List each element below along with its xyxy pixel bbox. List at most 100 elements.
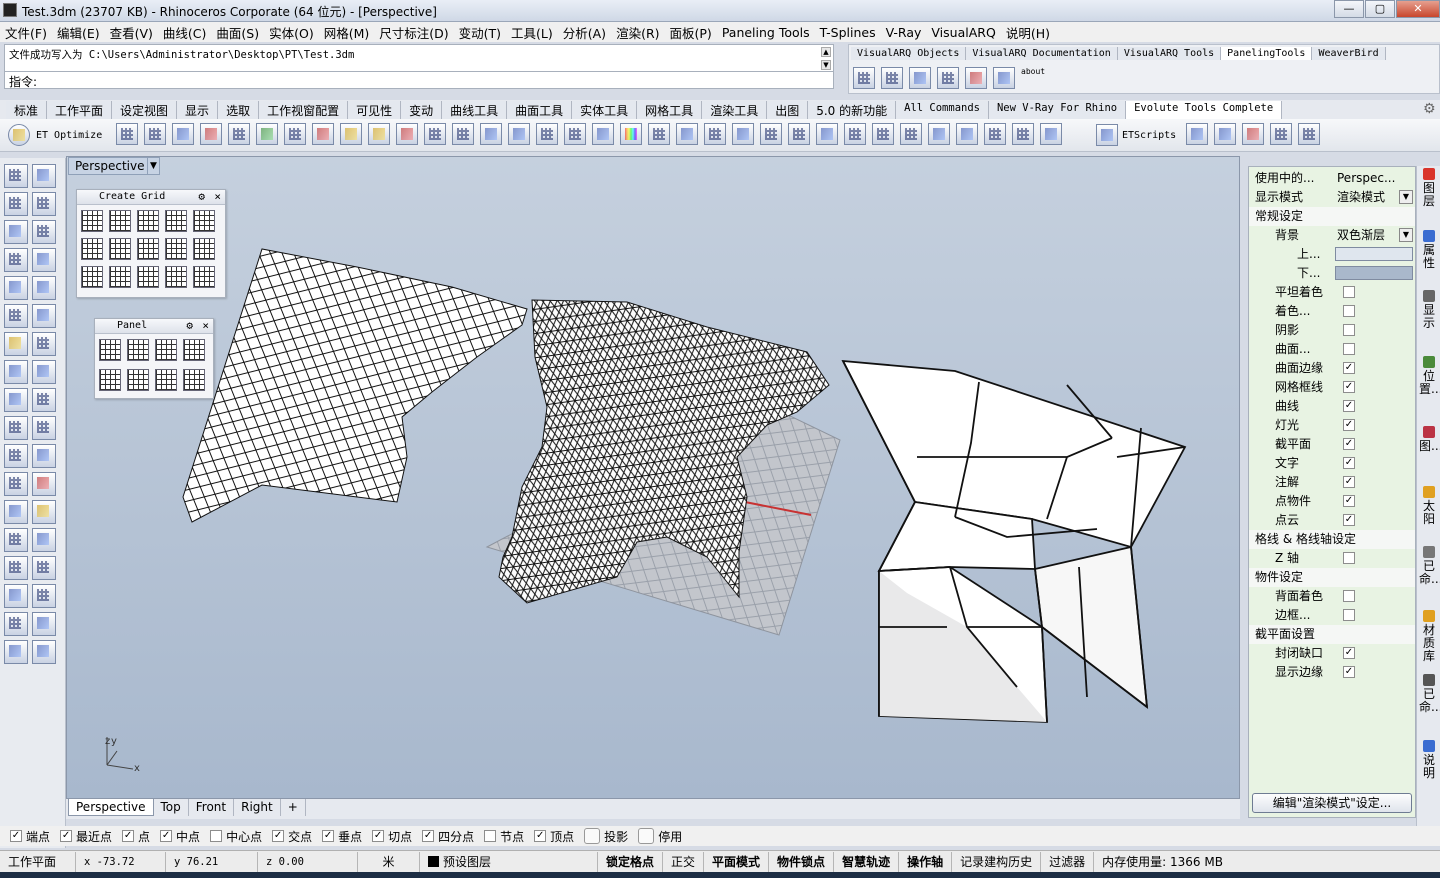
side-tab[interactable]: 太阳 <box>1419 486 1439 526</box>
visualarq-tool-icon[interactable] <box>853 67 875 89</box>
gear-icon[interactable]: ⚙ <box>186 319 193 333</box>
display-mode-select[interactable]: 渲染模式 <box>1337 188 1385 207</box>
object-option-checkbox[interactable] <box>1343 590 1355 602</box>
menu-item[interactable]: 变动(T) <box>454 23 506 42</box>
menu-item[interactable]: 面板(P) <box>665 23 717 42</box>
osnap-checkbox[interactable] <box>210 830 223 842</box>
osnap-option[interactable]: ✓ 端点 <box>10 828 50 845</box>
menu-item[interactable]: 查看(V) <box>105 23 158 42</box>
toolbar-tab[interactable]: New V-Ray For Rhino <box>988 101 1127 120</box>
toolbar-tab[interactable]: 工作视窗配置 <box>259 101 349 120</box>
paneling-tool-icon-29[interactable] <box>900 123 922 145</box>
left-tool-icon-2[interactable] <box>32 164 56 188</box>
left-tool-icon-1[interactable] <box>4 164 28 188</box>
menu-item[interactable]: V-Ray <box>881 25 927 40</box>
osnap-toggle-option[interactable]: 停用 <box>638 828 682 845</box>
paneling-tool-icon-31[interactable] <box>956 123 978 145</box>
close-icon[interactable]: × <box>214 190 221 204</box>
left-tool-icon-21[interactable] <box>4 444 28 468</box>
paneling-tool-icon-32[interactable] <box>984 123 1006 145</box>
left-tool-icon-11[interactable] <box>4 304 28 328</box>
toolbar-tab[interactable]: 工作平面 <box>47 101 113 120</box>
ortho-toggle[interactable]: 正交 <box>663 851 705 872</box>
evolute-tool-icon-4[interactable] <box>1270 123 1292 145</box>
red-grid-tool-icon[interactable] <box>965 67 987 89</box>
left-tool-icon-10[interactable] <box>32 276 56 300</box>
left-tool-icon-20[interactable] <box>32 416 56 440</box>
bottom-color-swatch[interactable] <box>1335 266 1413 280</box>
toolbar-tab[interactable]: All Commands <box>896 101 989 120</box>
background-select[interactable]: 双色渐层 <box>1337 226 1385 245</box>
clipping-option-checkbox[interactable]: ✓ <box>1343 647 1355 659</box>
chart-tool-icon[interactable] <box>909 67 931 89</box>
osnap-checkbox[interactable]: ✓ <box>322 830 335 842</box>
paneling-tool-icon-19[interactable] <box>620 123 642 145</box>
paneling-tool-icon-13[interactable] <box>452 123 474 145</box>
left-tool-icon-31[interactable] <box>4 584 28 608</box>
gumball-toggle[interactable]: 操作轴 <box>899 851 953 872</box>
osnap-option[interactable]: 中心点 <box>210 828 262 845</box>
left-tool-icon-17[interactable] <box>4 388 28 412</box>
plugin-tab[interactable]: VisualARQ Objects <box>851 47 967 60</box>
paneling-tool-icon-16[interactable] <box>536 123 558 145</box>
toolbar-tab[interactable]: 变动 <box>401 101 443 120</box>
display-option-checkbox[interactable]: ✓ <box>1343 362 1355 374</box>
object-option-checkbox[interactable] <box>1343 609 1355 621</box>
edit-display-mode-button[interactable]: 编辑"渲染模式"设定... <box>1252 793 1412 813</box>
osnap-option[interactable]: ✓ 点 <box>122 828 150 845</box>
maximize-button[interactable]: ▢ <box>1365 0 1395 18</box>
paneling-tool-icon-2[interactable] <box>144 123 166 145</box>
left-tool-icon-25[interactable] <box>4 500 28 524</box>
gear-icon[interactable]: ⚙ <box>198 190 205 204</box>
create-grid-tool-icon[interactable] <box>81 210 103 232</box>
osnap-checkbox[interactable]: ✓ <box>534 830 547 842</box>
menu-item[interactable]: 编辑(E) <box>52 23 105 42</box>
left-tool-icon-30[interactable] <box>32 556 56 580</box>
paneling-tool-icon-23[interactable] <box>732 123 754 145</box>
create-grid-tool-icon[interactable] <box>165 238 187 260</box>
left-tool-icon-4[interactable] <box>32 192 56 216</box>
panel-tool-icon[interactable] <box>183 369 205 391</box>
osnap-checkbox[interactable]: ✓ <box>10 830 22 842</box>
left-tool-icon-27[interactable] <box>4 528 28 552</box>
create-grid-tool-icon[interactable] <box>109 210 131 232</box>
paneling-tool-icon-30[interactable] <box>928 123 950 145</box>
panel-tool-icon[interactable] <box>127 339 149 361</box>
toolbar-tab[interactable]: 网格工具 <box>637 101 703 120</box>
close-icon[interactable]: × <box>202 319 209 333</box>
osnap-checkbox[interactable]: ✓ <box>60 830 73 842</box>
grid-tool-icon[interactable] <box>881 67 903 89</box>
osnap-toggle[interactable]: 物件锁点 <box>769 851 835 872</box>
evolute-tool-icon-1[interactable] <box>1186 123 1208 145</box>
viewport-tab[interactable]: Right <box>234 799 281 816</box>
scroll-down-icon[interactable]: ▼ <box>821 60 831 70</box>
left-tool-icon-34[interactable] <box>32 612 56 636</box>
left-tool-icon-13[interactable] <box>4 332 28 356</box>
create-grid-tool-icon[interactable] <box>137 266 159 288</box>
paneling-tool-icon-11[interactable] <box>396 123 418 145</box>
left-tool-icon-32[interactable] <box>32 584 56 608</box>
plugin-tab[interactable]: VisualARQ Tools <box>1117 47 1222 60</box>
osnap-checkbox[interactable]: ✓ <box>422 830 435 842</box>
side-tab[interactable]: 已命... <box>1419 674 1440 714</box>
cplane-status[interactable]: 工作平面 <box>0 851 76 872</box>
left-tool-icon-16[interactable] <box>32 360 56 384</box>
osnap-option[interactable]: ✓ 垂点 <box>322 828 362 845</box>
osnap-option[interactable]: ✓ 切点 <box>372 828 412 845</box>
add-viewport-tab[interactable]: + <box>280 799 306 816</box>
side-tab[interactable]: 属性 <box>1419 230 1439 270</box>
viewport-tab[interactable]: Perspective <box>68 799 154 816</box>
left-tool-icon-28[interactable] <box>32 528 56 552</box>
perspective-viewport[interactable]: z y x <box>66 156 1240 799</box>
clipping-section-header[interactable]: 截平面设置 <box>1255 625 1315 644</box>
paneling-tool-icon-9[interactable] <box>340 123 362 145</box>
paneling-tool-icon-12[interactable] <box>424 123 446 145</box>
menu-item[interactable]: VisualARQ <box>926 25 1000 40</box>
osnap-checkbox[interactable]: ✓ <box>272 830 285 842</box>
panel-tool-icon[interactable] <box>99 339 121 361</box>
create-grid-tool-icon[interactable] <box>109 238 131 260</box>
side-tab[interactable]: 已命... <box>1419 546 1440 586</box>
left-tool-icon-23[interactable] <box>4 472 28 496</box>
left-tool-icon-7[interactable] <box>4 248 28 272</box>
toolbar-tab[interactable]: Evolute Tools Complete <box>1126 101 1283 120</box>
